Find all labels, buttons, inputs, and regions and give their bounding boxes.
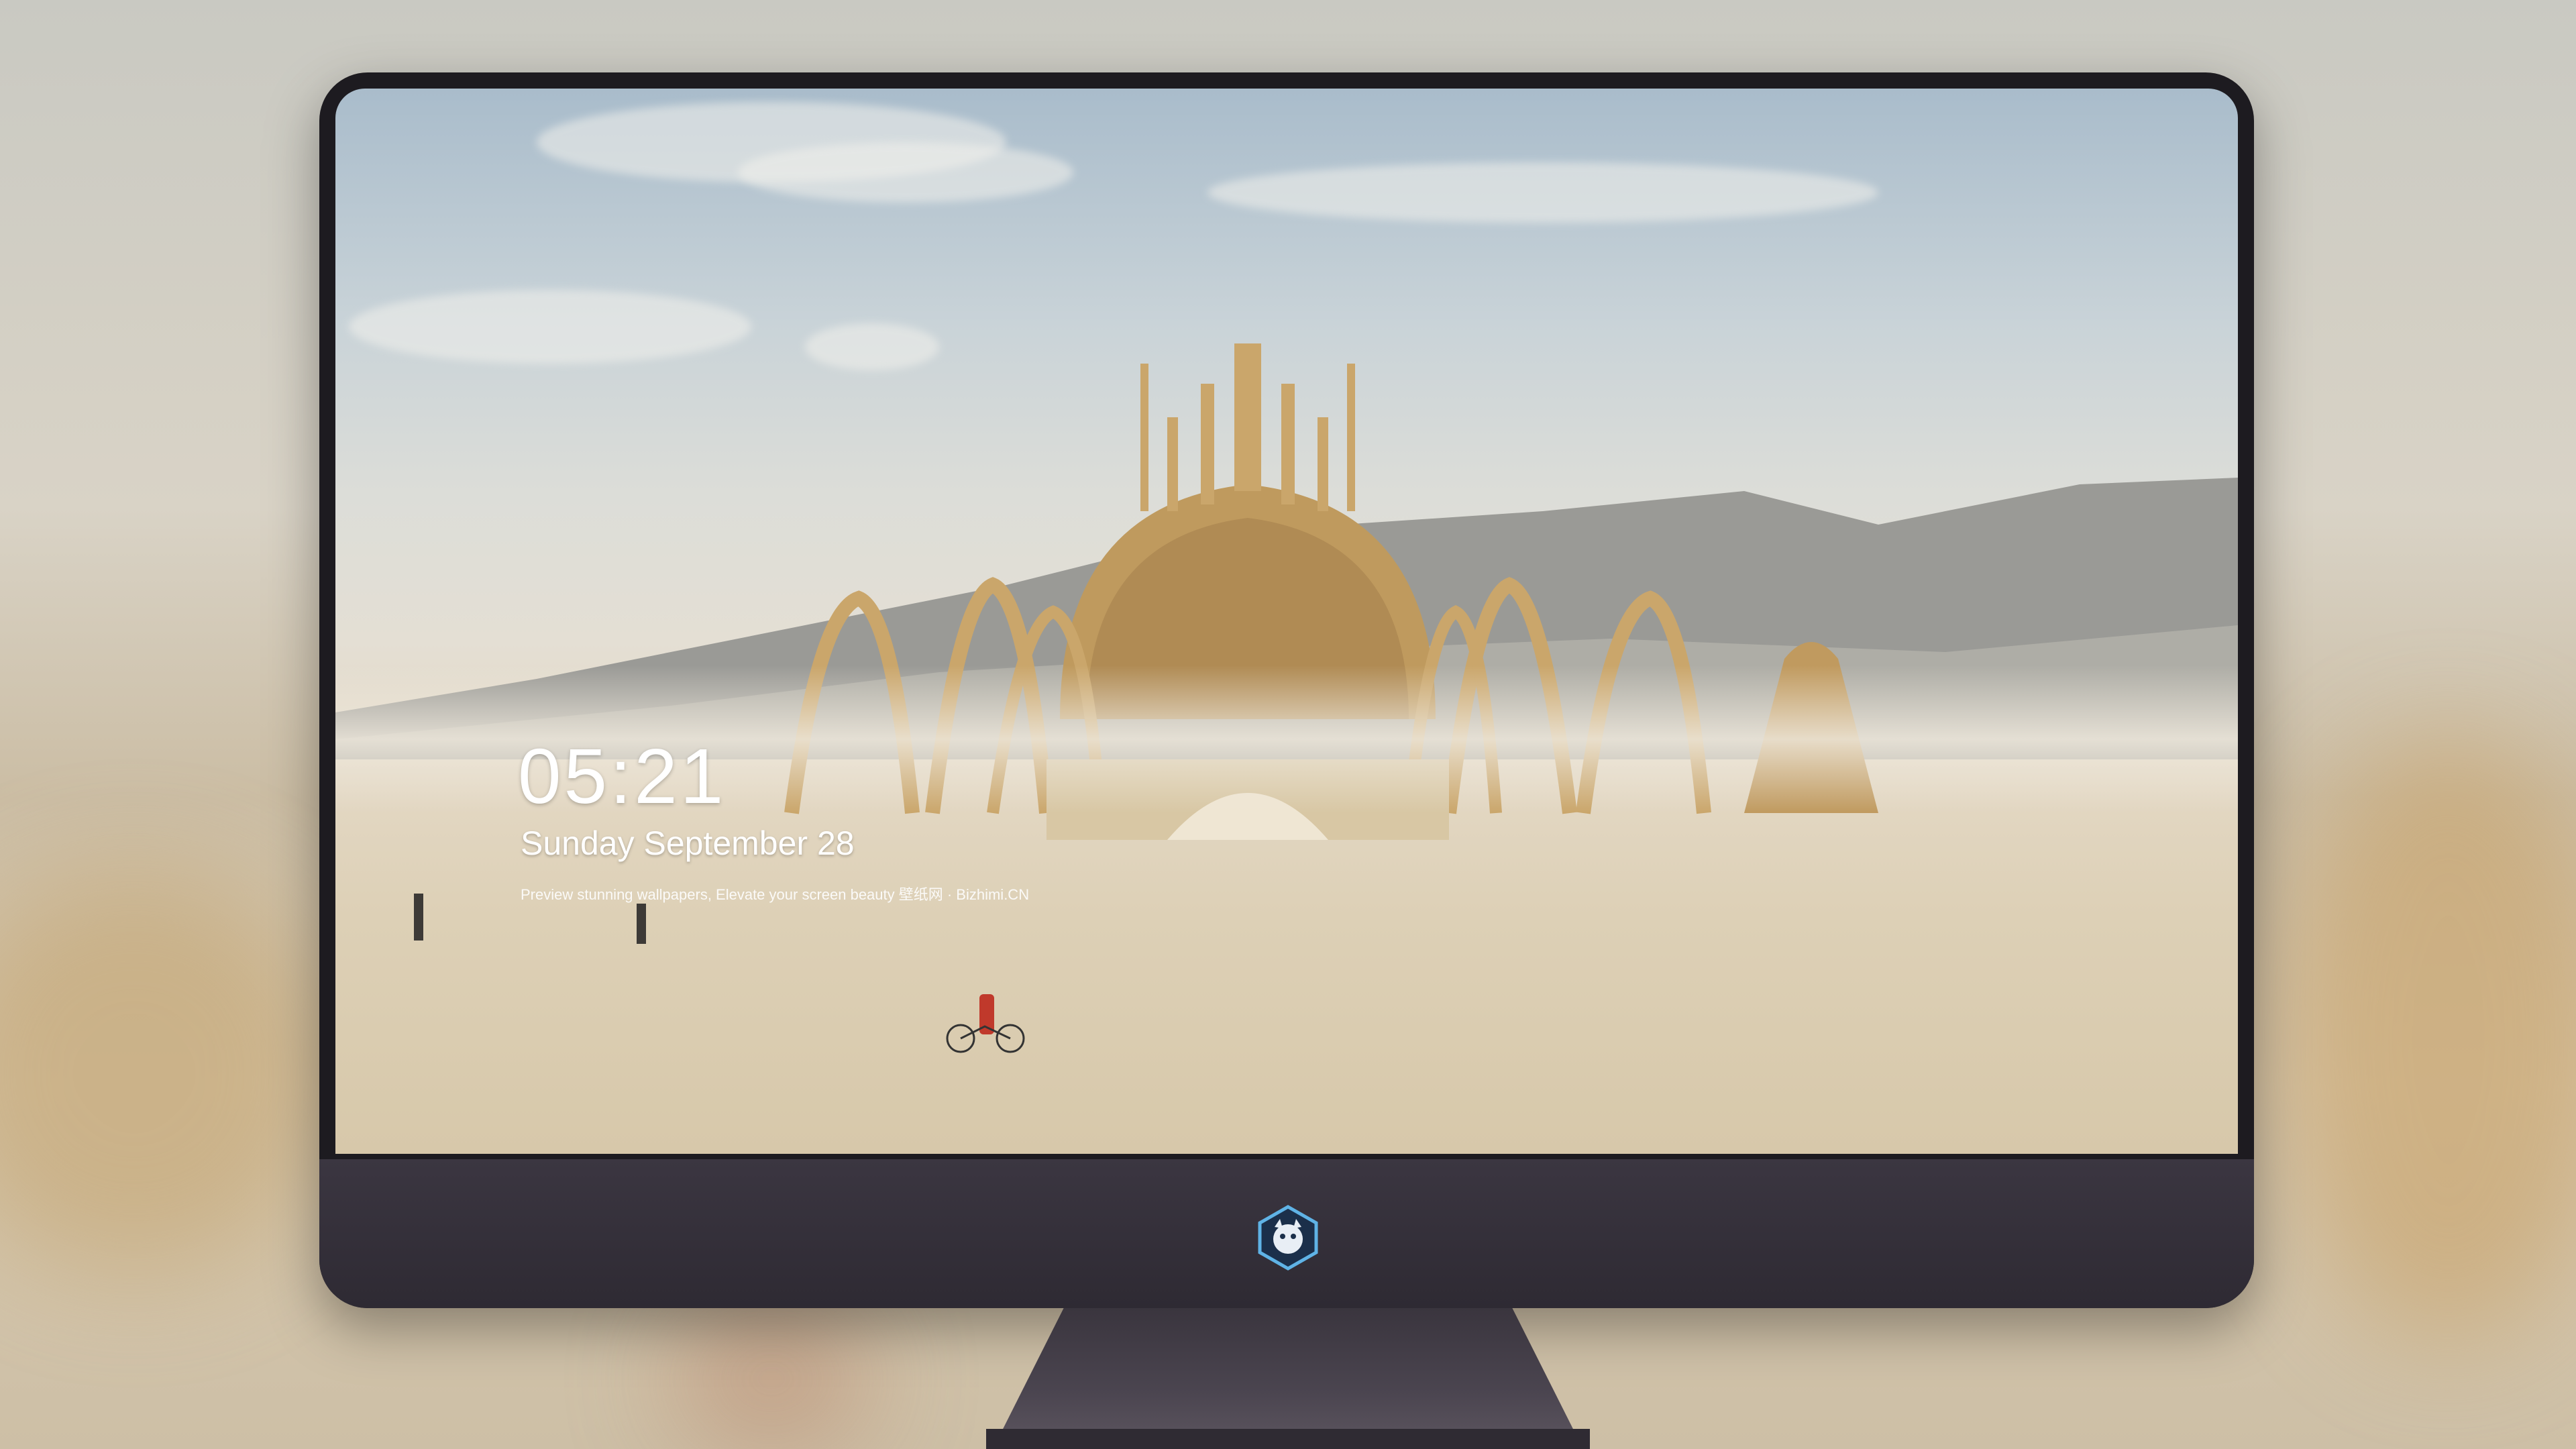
person	[637, 904, 646, 944]
blurred-structure-left	[0, 872, 335, 1275]
blurred-figure	[671, 1308, 872, 1449]
person	[414, 894, 423, 941]
lockscreen-date: Sunday September 28	[521, 824, 855, 862]
wallpaper-tagline: Preview stunning wallpapers, Elevate you…	[521, 886, 1030, 903]
bicycle-icon	[946, 1024, 1025, 1053]
lockscreen-clock: 05:21	[518, 733, 727, 820]
monitor-stand	[993, 1308, 1583, 1449]
cloud	[738, 142, 1073, 203]
blurred-structure-right	[2281, 738, 2576, 1342]
brand-logo-icon	[1258, 1205, 1318, 1271]
cloud	[349, 290, 751, 364]
monitor-stand-base	[986, 1429, 1590, 1449]
cloud	[1208, 162, 1878, 223]
desktop-screen: 05:21 Sunday September 28 Preview stunni…	[335, 89, 2238, 1154]
